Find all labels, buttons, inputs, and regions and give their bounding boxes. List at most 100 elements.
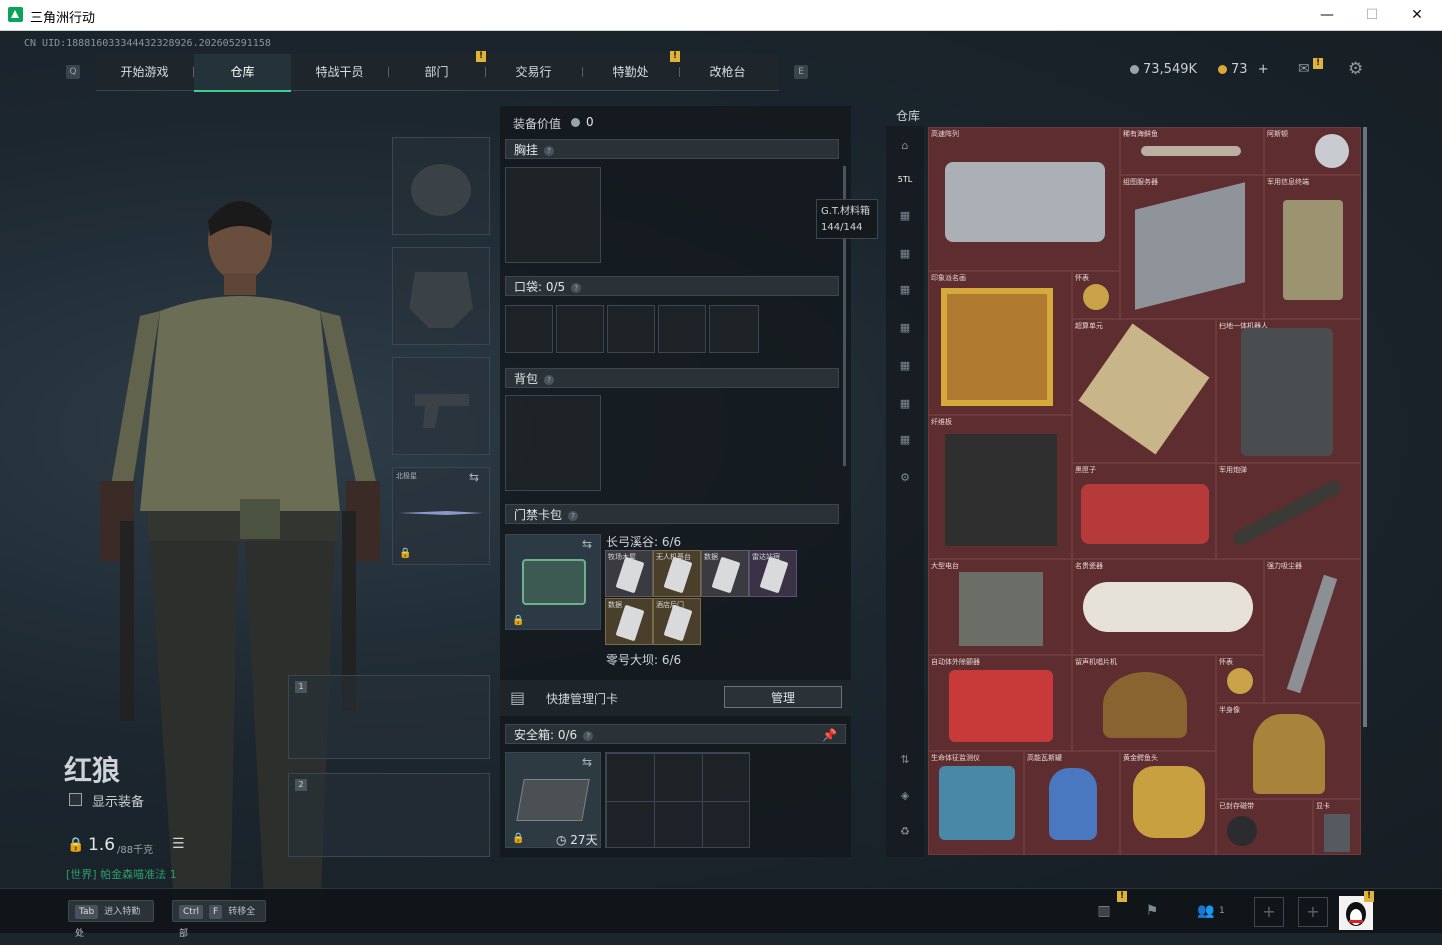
warehouse-item[interactable]: 强力吸尘器 — [1264, 559, 1361, 703]
warehouse-item[interactable]: 纤维板 — [928, 415, 1072, 559]
flag-icon[interactable]: ⚑ — [1138, 897, 1166, 925]
keycard-slot[interactable]: 酒店后门 — [653, 598, 701, 645]
pocket-slot[interactable] — [607, 305, 655, 353]
pocket-watch-icon — [1083, 284, 1109, 310]
help-icon[interactable]: ? — [568, 510, 579, 521]
pocket-slot[interactable] — [556, 305, 604, 353]
bottom-bar: Tab 进入特勤处 Ctrl F 转移全部 ▥ ! ⚑ 👥 1 + + ! — [0, 888, 1442, 939]
add-teammate-button[interactable]: + — [1298, 897, 1328, 927]
warehouse-item[interactable]: 印象派名画 — [928, 271, 1072, 415]
add-teammate-button[interactable]: + — [1254, 897, 1284, 927]
military-terminal-icon — [1283, 200, 1343, 300]
warehouse-item[interactable]: 已封存磁带 — [1216, 799, 1313, 855]
warehouse-all-tab-icon[interactable]: ⌂ — [895, 136, 915, 156]
tab-department[interactable]: 部门 — [388, 54, 485, 90]
warehouse-item[interactable]: 黄金鳄鱼头 — [1120, 751, 1216, 855]
pocket-slot[interactable] — [658, 305, 706, 353]
world-chat-line[interactable]: [世界] 帕金森喵准法 1 — [66, 866, 177, 882]
warehouse-item[interactable]: 名贵瓷器 — [1072, 559, 1264, 655]
stats-chart-icon[interactable]: ▥ — [1090, 897, 1118, 925]
tab-operators[interactable]: 特战干员 — [291, 54, 388, 90]
warehouse-item[interactable]: 军用信息终端 — [1264, 175, 1361, 319]
melee-slot[interactable]: 北极星 ⇆ 🔒 — [392, 467, 490, 565]
tab-special-ops[interactable]: 特勤处 — [582, 54, 679, 90]
warehouse-item[interactable]: 自动体外除颤器 — [928, 655, 1072, 751]
warehouse-item[interactable]: 高能瓦斯罐 — [1024, 751, 1120, 855]
help-icon[interactable]: ? — [544, 145, 555, 156]
keycard-slot[interactable]: 无人机基台 — [653, 550, 701, 597]
keycard-bag-slot[interactable]: ⇆ 🔒 — [505, 534, 601, 630]
keycard-slot[interactable]: 数据 — [701, 550, 749, 597]
warehouse-item[interactable]: 扫地一体机器人 — [1216, 319, 1361, 463]
pin-icon[interactable]: 📌 — [822, 725, 837, 745]
safe-box-grid[interactable] — [605, 752, 750, 848]
porcelain-vase-icon — [1083, 582, 1253, 632]
warehouse-item[interactable]: 高速阵列 — [928, 127, 1120, 271]
storage-tab-icon[interactable]: ▦ — [895, 244, 915, 264]
slot-lock-icon: 🔒 — [512, 833, 525, 844]
warehouse-item[interactable]: 军用炮弹 — [1216, 463, 1361, 559]
storage-tab-icon[interactable]: ▦ — [895, 206, 915, 226]
maximize-button[interactable]: ☐ — [1358, 4, 1386, 26]
warehouse-item[interactable]: 怀表 — [1216, 655, 1264, 703]
recycle-icon[interactable]: ♻ — [895, 822, 915, 842]
warehouse-scrollbar[interactable] — [1363, 127, 1367, 727]
warehouse-item[interactable]: 超算单元 — [1072, 319, 1216, 463]
help-icon[interactable]: ? — [571, 282, 582, 293]
layers-icon[interactable]: ◈ — [895, 786, 915, 806]
primary-weapon-slot-2[interactable]: 2 — [288, 773, 490, 857]
manage-button[interactable]: 管理 — [724, 686, 842, 708]
warehouse-item[interactable]: 稀有海鲜鱼 — [1120, 127, 1264, 175]
friends-icon[interactable]: 👥 — [1192, 897, 1220, 925]
backpack-slot[interactable] — [505, 395, 601, 491]
tab-gunsmith[interactable]: 改枪台 — [679, 54, 776, 90]
tab-trading[interactable]: 交易行 — [485, 54, 582, 90]
warehouse-item[interactable]: 半身像 — [1216, 703, 1361, 799]
warehouse-item[interactable]: 大型电台 — [928, 559, 1072, 655]
swap-icon[interactable]: ⇆ — [582, 537, 592, 551]
keycard-slot[interactable]: 数据 — [605, 598, 653, 645]
storage-tab-icon[interactable]: ▦ — [895, 280, 915, 300]
keycard-slot[interactable]: 牧场木屋 — [605, 550, 653, 597]
vacuum-cleaner-icon — [1286, 574, 1338, 694]
compute-unit-icon — [1078, 323, 1210, 455]
chest-rig-slot[interactable] — [505, 167, 601, 263]
warehouse-item[interactable]: 生命体征监测仪 — [928, 751, 1024, 855]
pocket-slot[interactable] — [709, 305, 759, 353]
minimize-button[interactable]: — — [1313, 4, 1341, 26]
storage-tab-icon[interactable]: ▦ — [895, 430, 915, 450]
tab-start-game[interactable]: 开始游戏 — [96, 54, 193, 90]
extended-box-tab-icon[interactable]: 5TL — [895, 170, 915, 190]
storage-tab-icon[interactable]: ▦ — [895, 394, 915, 414]
warehouse-item[interactable]: 怀表 — [1072, 271, 1120, 319]
transfer-all-button[interactable]: Ctrl F 转移全部 — [172, 900, 266, 939]
storage-tab-icon[interactable]: ▦ — [895, 318, 915, 338]
list-icon[interactable]: ☰ — [172, 836, 185, 852]
primary-weapon-slot-1[interactable]: 1 — [288, 675, 490, 759]
warehouse-item[interactable]: 留声机唱片机 — [1072, 655, 1216, 751]
warehouse-item[interactable]: 黑匣子 — [1072, 463, 1216, 559]
settings-gear-icon[interactable]: ⚙ — [1348, 59, 1368, 79]
safe-box-slot[interactable]: ⇆ 🔒 ◷ 27天 — [505, 752, 601, 848]
sort-icon[interactable]: ⇅ — [895, 750, 915, 770]
help-icon[interactable]: ? — [583, 730, 594, 741]
storage-tab-icon[interactable]: ▦ — [895, 356, 915, 376]
helmet-slot[interactable] — [392, 137, 490, 235]
close-button[interactable]: ✕ — [1403, 4, 1431, 26]
warehouse-item[interactable]: 阿斯顿 — [1264, 127, 1361, 175]
warehouse-item[interactable]: 组图服务器 — [1120, 175, 1264, 319]
warehouse-item[interactable]: 显卡 — [1313, 799, 1361, 855]
armor-slot[interactable] — [392, 247, 490, 345]
keycard-slot[interactable]: 雷达站宿 — [749, 550, 797, 597]
warehouse-grid[interactable]: 高速阵列 稀有海鲜鱼 阿斯顿 组图服务器 军用信息终端 印象派名画 怀表 超算单… — [928, 127, 1361, 855]
swap-icon[interactable]: ⇆ — [469, 470, 479, 484]
warehouse-settings-icon[interactable]: ⚙ — [895, 468, 915, 488]
tab-warehouse[interactable]: 仓库 — [194, 54, 291, 92]
help-icon[interactable]: ? — [544, 374, 555, 385]
pocket-slot[interactable] — [505, 305, 553, 353]
swap-icon[interactable]: ⇆ — [582, 755, 592, 769]
pistol-slot[interactable] — [392, 357, 490, 455]
add-currency-button[interactable]: + — [1258, 62, 1269, 77]
enter-special-ops-button[interactable]: Tab 进入特勤处 — [68, 900, 154, 939]
show-gear-checkbox[interactable] — [69, 793, 82, 806]
